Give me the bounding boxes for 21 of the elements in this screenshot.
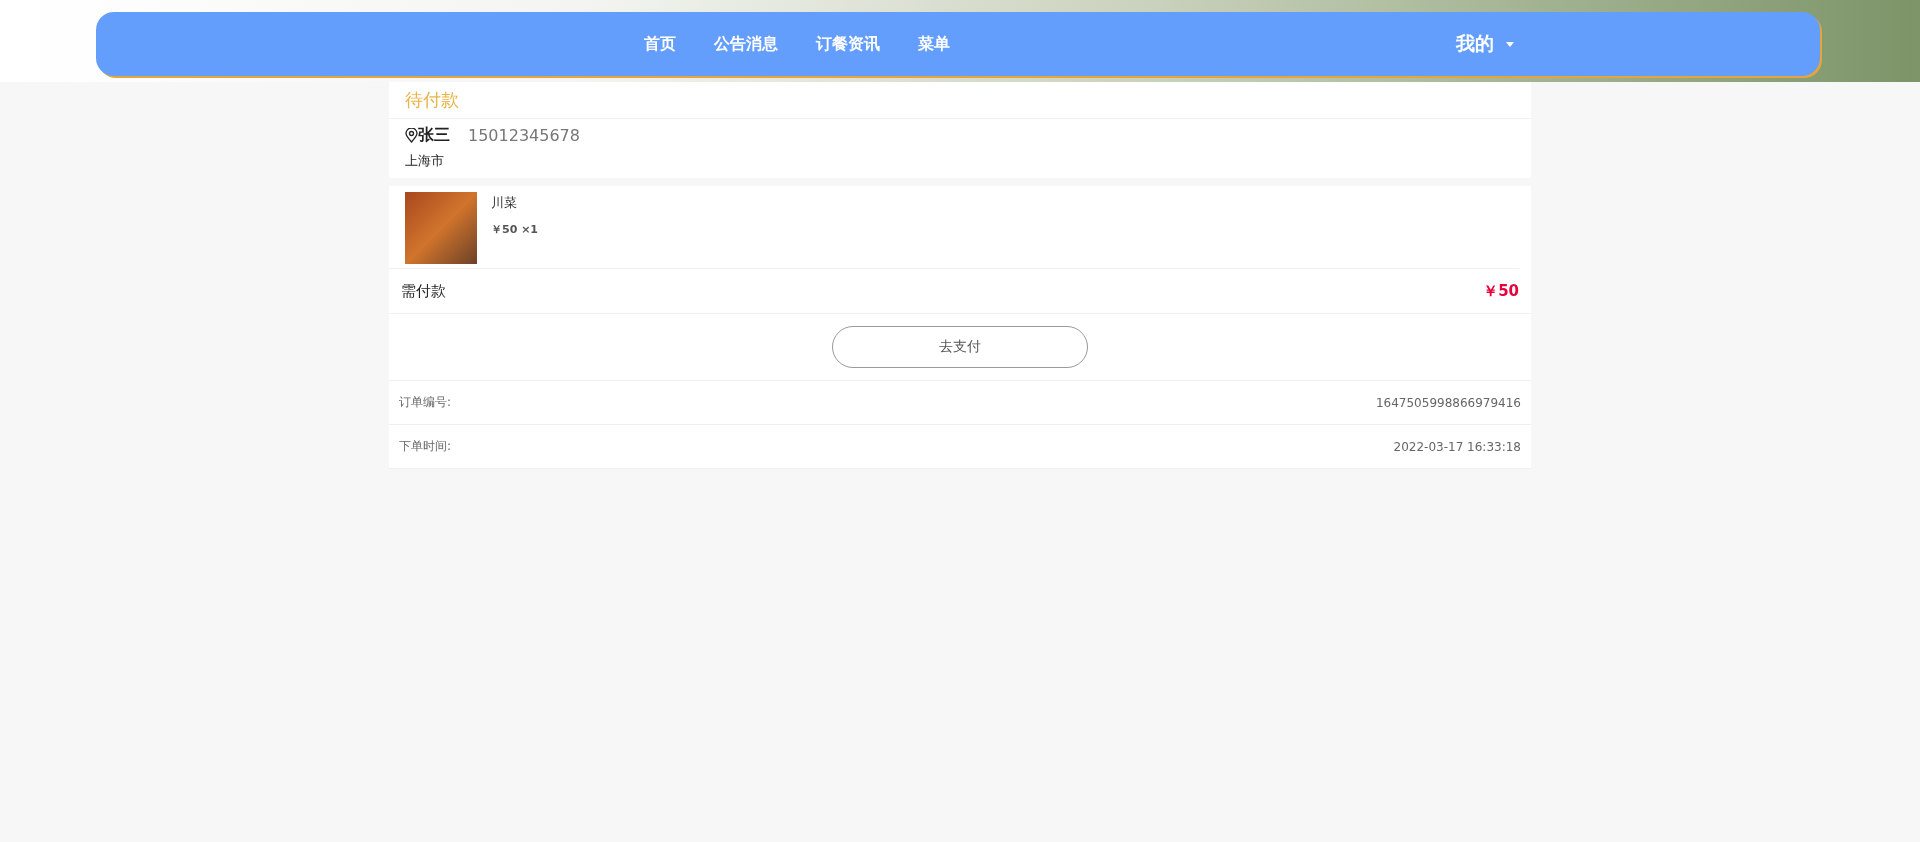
detail-value: 1647505998866979416	[1375, 395, 1521, 410]
contact-address: 上海市	[405, 152, 445, 170]
nav-link[interactable]: 首页	[636, 29, 684, 59]
detail-label: 下单时间:	[399, 438, 452, 455]
dish-price: ￥50 ×1	[491, 222, 538, 237]
nav-link[interactable]: 订餐资讯	[808, 29, 888, 59]
pay-button[interactable]: 去支付	[832, 326, 1088, 368]
detail-label: 订单编号:	[399, 394, 452, 411]
detail-value: 2022-03-17 16:33:18	[1393, 439, 1521, 454]
contact-name: 张三	[418, 125, 450, 146]
nav-link[interactable]: 菜单	[910, 29, 958, 59]
photo-placeholder	[405, 192, 477, 264]
total-amount: ￥50	[1483, 281, 1519, 301]
order-status: 待付款	[389, 82, 1531, 119]
total-label: 需付款	[401, 281, 446, 301]
contact-phone: 15012345678	[468, 126, 580, 145]
nav-link[interactable]: 公告消息	[706, 29, 786, 59]
dish-name: 川菜	[491, 194, 518, 212]
location-pin-icon	[405, 128, 418, 143]
caret-icon	[1506, 41, 1514, 47]
user-menu[interactable]: 我的	[1450, 30, 1520, 58]
